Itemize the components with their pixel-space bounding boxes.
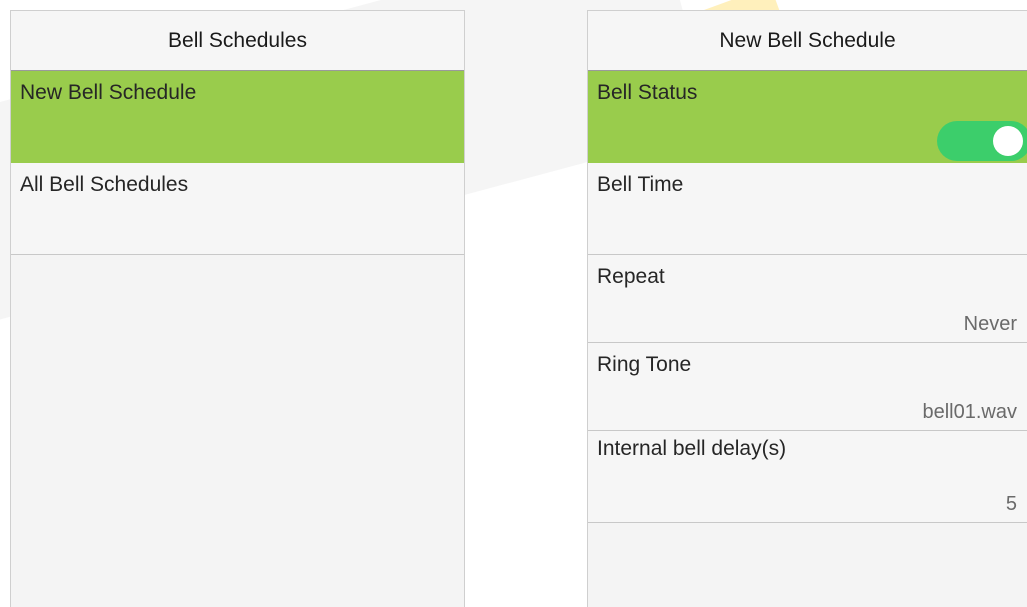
setting-label: Internal bell delay(s)	[597, 437, 787, 460]
setting-label: Bell Time	[597, 173, 684, 196]
toggle-knob	[993, 126, 1023, 156]
setting-label: Repeat	[597, 265, 665, 288]
menu-item-label: New Bell Schedule	[20, 81, 197, 104]
setting-label: Ring Tone	[597, 353, 692, 376]
new-bell-schedule-panel: New Bell Schedule Bell Status Bell Time …	[587, 10, 1027, 607]
bell-schedules-panel: Bell Schedules New Bell Schedule All Bel…	[10, 10, 465, 607]
setting-bell-time[interactable]: Bell Time	[588, 163, 1027, 255]
setting-ring-tone[interactable]: Ring Tone bell01.wav	[588, 343, 1027, 431]
setting-label: Bell Status	[597, 81, 698, 104]
new-bell-schedule-title: New Bell Schedule	[588, 11, 1027, 71]
menu-item-label: All Bell Schedules	[20, 173, 189, 196]
bell-schedules-title: Bell Schedules	[11, 11, 464, 71]
setting-repeat[interactable]: Repeat Never	[588, 255, 1027, 343]
bell-status-toggle[interactable]	[937, 121, 1027, 161]
menu-item-all-bell-schedules[interactable]: All Bell Schedules	[11, 163, 464, 255]
setting-value: 5	[1005, 493, 1017, 515]
setting-internal-bell-delay[interactable]: Internal bell delay(s) 5	[588, 431, 1027, 523]
setting-value: Never	[963, 313, 1017, 335]
setting-bell-status[interactable]: Bell Status	[588, 71, 1027, 163]
setting-value: bell01.wav	[922, 401, 1017, 423]
menu-item-new-bell-schedule[interactable]: New Bell Schedule	[11, 71, 464, 163]
